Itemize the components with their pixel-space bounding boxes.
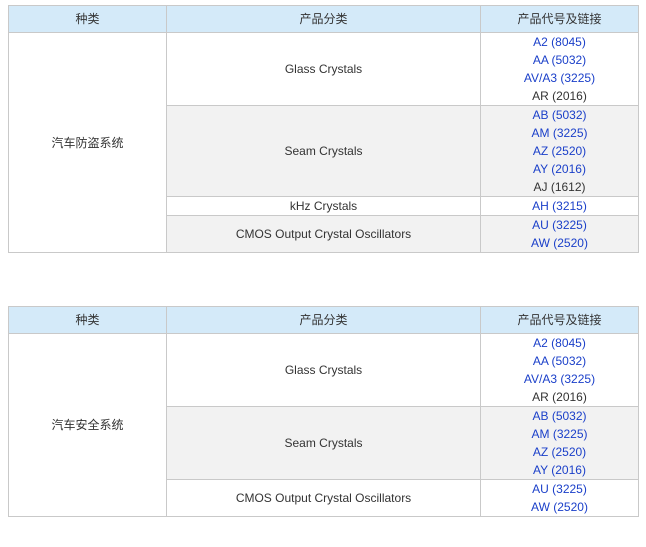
- product-code-link[interactable]: AW (2520): [481, 234, 638, 252]
- code-cell: A2 (8045) AA (5032) AV/A3 (3225) AR (2016): [480, 333, 639, 407]
- code-cell: AB (5032) AM (3225) AZ (2520) AY (2016): [480, 406, 639, 480]
- category-cell: 汽车防盗系统: [8, 32, 167, 253]
- product-cell: kHz Crystals: [166, 196, 481, 216]
- product-code-link[interactable]: AB (5032): [481, 106, 638, 124]
- product-code-link[interactable]: AM (3225): [481, 425, 638, 443]
- header-product: 产品分类: [166, 5, 481, 33]
- product-cell: Glass Crystals: [166, 32, 481, 106]
- product-code-text: AR (2016): [532, 89, 587, 103]
- category-cell: 汽车安全系统: [8, 333, 167, 517]
- product-code-link[interactable]: AY (2016): [481, 461, 638, 479]
- product-code-link[interactable]: AY (2016): [481, 160, 638, 178]
- product-code-link[interactable]: AU (3225): [481, 480, 638, 498]
- code-cell: AB (5032) AM (3225) AZ (2520) AY (2016) AJ (…: [480, 105, 639, 197]
- product-table-safety: 种类 产品分类 产品代号及链接 汽车安全系统 Glass Crystals A2 (…: [8, 306, 639, 517]
- product-code-link[interactable]: AV/A3 (3225): [481, 69, 638, 87]
- product-code-link[interactable]: A2 (8045): [481, 334, 638, 352]
- product-code-link[interactable]: AU (3225): [481, 216, 638, 234]
- table-row: 汽车安全系统 Glass Crystals A2 (8045) AA (5032) AV…: [8, 333, 639, 517]
- code-cell: AH (3215): [480, 196, 639, 216]
- code-cell: AU (3225) AW (2520): [480, 479, 639, 517]
- product-cell: CMOS Output Crystal Oscillators: [166, 215, 481, 253]
- table-header-row: 种类 产品分类 产品代号及链接: [8, 306, 639, 334]
- product-code-link[interactable]: AZ (2520): [481, 443, 638, 461]
- header-category: 种类: [8, 5, 167, 33]
- header-product: 产品分类: [166, 306, 481, 334]
- table-body: 汽车安全系统 Glass Crystals A2 (8045) AA (5032) AV…: [8, 333, 639, 517]
- product-code-text: AJ (1612): [533, 180, 586, 194]
- product-code-link[interactable]: A2 (8045): [481, 33, 638, 51]
- code-cell: A2 (8045) AA (5032) AV/A3 (3225) AR (2016): [480, 32, 639, 106]
- table-header-row: 种类 产品分类 产品代号及链接: [8, 5, 639, 33]
- product-cell: Glass Crystals: [166, 333, 481, 407]
- product-cell: CMOS Output Crystal Oscillators: [166, 479, 481, 517]
- product-code-link[interactable]: AV/A3 (3225): [481, 370, 638, 388]
- product-code-link[interactable]: AM (3225): [481, 124, 638, 142]
- product-code-link[interactable]: AZ (2520): [481, 142, 638, 160]
- header-code: 产品代号及链接: [480, 5, 639, 33]
- header-category: 种类: [8, 306, 167, 334]
- table-row: 汽车防盗系统 Glass Crystals A2 (8045) AA (5032) AV…: [8, 32, 639, 253]
- product-table-anti-theft: 种类 产品分类 产品代号及链接 汽车防盗系统 Glass Crystals A2 (…: [8, 5, 639, 253]
- product-code-link[interactable]: AA (5032): [481, 51, 638, 69]
- header-code: 产品代号及链接: [480, 306, 639, 334]
- product-code-link[interactable]: AB (5032): [481, 407, 638, 425]
- table-body: 汽车防盗系统 Glass Crystals A2 (8045) AA (5032) AV…: [8, 32, 639, 253]
- product-cell: Seam Crystals: [166, 105, 481, 197]
- product-code-link[interactable]: AA (5032): [481, 352, 638, 370]
- product-code-link[interactable]: AH (3215): [481, 197, 638, 215]
- product-code-text: AR (2016): [532, 390, 587, 404]
- code-cell: AU (3225) AW (2520): [480, 215, 639, 253]
- product-code-link[interactable]: AW (2520): [481, 498, 638, 516]
- product-cell: Seam Crystals: [166, 406, 481, 480]
